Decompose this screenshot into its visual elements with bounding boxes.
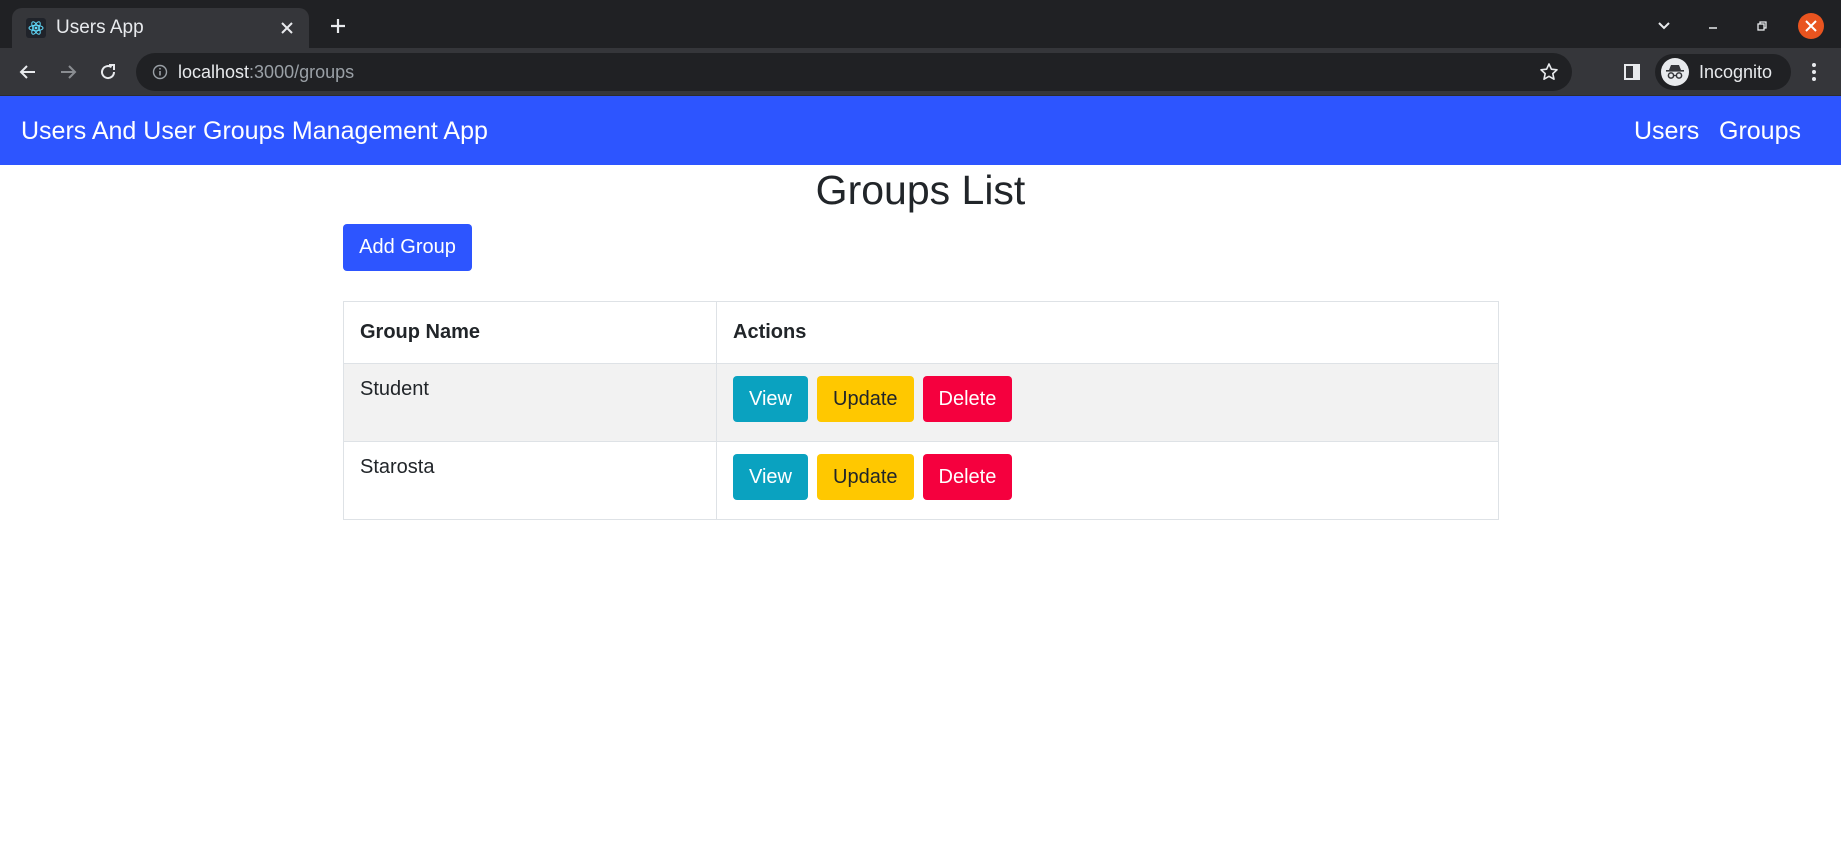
table-row: Starosta View Update Delete: [343, 441, 1499, 520]
update-button[interactable]: Update: [817, 376, 914, 422]
group-name-cell: Starosta: [343, 441, 717, 520]
nav-link-users[interactable]: Users: [1634, 116, 1699, 146]
plus-icon[interactable]: [324, 12, 352, 40]
actions-cell: View Update Delete: [716, 441, 1499, 520]
side-panel-icon[interactable]: [1618, 58, 1646, 86]
incognito-icon: [1661, 58, 1689, 86]
profile-button[interactable]: Incognito: [1655, 54, 1791, 90]
address-bar[interactable]: localhost:3000/groups: [136, 53, 1572, 91]
url-text: localhost:3000/groups: [178, 62, 354, 82]
restore-icon[interactable]: [1748, 12, 1776, 40]
arrow-right-icon[interactable]: [54, 58, 82, 86]
kebab-menu-icon[interactable]: [1800, 58, 1828, 86]
browser-toolbar: localhost:3000/groups Incognito: [0, 48, 1841, 96]
group-name-cell: Student: [343, 363, 717, 442]
add-group-button[interactable]: Add Group: [343, 224, 472, 271]
view-button[interactable]: View: [733, 376, 808, 422]
navbar-brand[interactable]: Users And User Groups Management App: [21, 116, 488, 146]
minimize-icon[interactable]: [1699, 12, 1727, 40]
page-title: Groups List: [815, 167, 1026, 213]
profile-label: Incognito: [1699, 61, 1773, 82]
react-icon: [26, 18, 46, 38]
delete-button[interactable]: Delete: [922, 376, 1013, 422]
column-header-actions: Actions: [716, 301, 1499, 364]
star-icon[interactable]: [1538, 61, 1560, 83]
url-path: :3000/groups: [249, 62, 355, 82]
table-header-row: Group Name Actions: [343, 301, 1499, 364]
url-host: localhost: [178, 62, 250, 82]
view-button[interactable]: View: [733, 454, 808, 500]
nav-link-groups[interactable]: Groups: [1719, 116, 1801, 146]
chevron-down-icon[interactable]: [1650, 12, 1678, 40]
info-icon[interactable]: [150, 62, 170, 82]
tab-strip: Users App: [0, 0, 1841, 48]
update-button[interactable]: Update: [817, 454, 914, 500]
actions-cell: View Update Delete: [716, 363, 1499, 442]
groups-table: Group Name Actions Student View Update D…: [343, 301, 1499, 520]
browser-tab[interactable]: Users App: [12, 8, 309, 48]
tab-title: Users App: [56, 17, 144, 38]
window-close-icon[interactable]: [1797, 12, 1825, 40]
delete-button[interactable]: Delete: [922, 454, 1013, 500]
app-navbar: Users And User Groups Management App Use…: [0, 96, 1841, 165]
table-row: Student View Update Delete: [343, 363, 1499, 442]
reload-icon[interactable]: [94, 58, 122, 86]
close-icon[interactable]: [275, 16, 299, 40]
arrow-left-icon[interactable]: [14, 58, 42, 86]
column-header-group-name: Group Name: [343, 301, 717, 364]
